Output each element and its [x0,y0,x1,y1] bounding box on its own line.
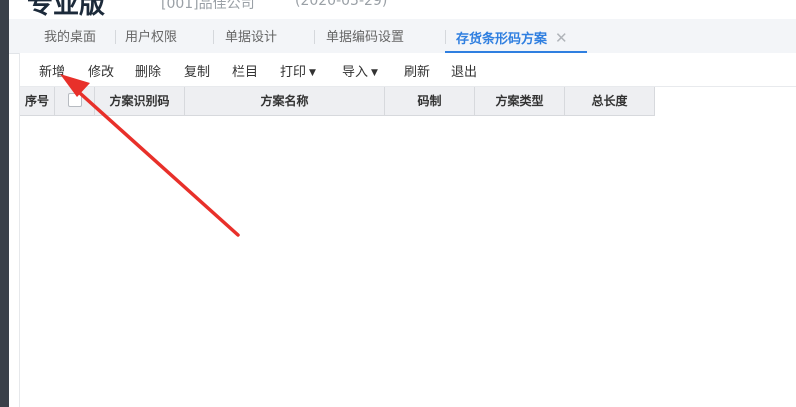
column-header-index[interactable]: 序号 [20,87,55,116]
chevron-down-icon: ▼ [309,68,316,78]
tab-separator [115,30,116,44]
copy-button[interactable]: 复制 [184,61,210,80]
app-header: 专业版 [001]品佳公司 (2020-05-29) [9,0,796,19]
delete-button[interactable]: 删除 [135,61,161,80]
tab-user-permissions[interactable]: 用户权限 [125,19,177,53]
print-label: 打印 [280,65,307,80]
column-header-total-length[interactable]: 总长度 [565,87,655,116]
column-header-scheme-name[interactable]: 方案名称 [185,87,385,116]
import-button[interactable]: 导入 ▼ [342,61,378,80]
app-logo: 专业版 [27,0,106,19]
tab-my-desktop[interactable]: 我的桌面 [44,19,96,53]
toolbar: 新增 修改 删除 复制 栏目 打印 ▼ 导入 ▼ 刷新 退出 [20,53,796,87]
login-date: (2020-05-29) [295,0,388,9]
column-header-scheme-code[interactable]: 方案识别码 [95,87,185,116]
column-header-select-all [55,87,95,116]
tab-separator [314,30,315,44]
company-name: [001]品佳公司 [161,0,255,12]
tab-separator [213,30,214,44]
refresh-button[interactable]: 刷新 [404,61,430,80]
add-button[interactable]: 新增 [39,61,65,80]
left-sidebar-strip [0,0,9,407]
print-button[interactable]: 打印 ▼ [280,61,316,80]
tab-document-code-settings[interactable]: 单据编码设置 [326,19,404,53]
tab-bar: 我的桌面 用户权限 单据设计 单据编码设置 存货条形码方案 ✕ [9,19,796,54]
edit-button[interactable]: 修改 [88,61,114,80]
import-label: 导入 [342,65,369,80]
column-header-scheme-type[interactable]: 方案类型 [475,87,565,116]
select-all-checkbox[interactable] [68,93,82,107]
chevron-down-icon: ▼ [371,68,378,78]
tab-separator [445,30,446,44]
content-panel: 新增 修改 删除 复制 栏目 打印 ▼ 导入 ▼ 刷新 退出 序号 方案识别码 方案… [19,53,796,407]
tab-document-design[interactable]: 单据设计 [225,19,277,53]
columns-button[interactable]: 栏目 [232,61,258,80]
tab-label: 存货条形码方案 [456,32,548,47]
column-header-code-type[interactable]: 码制 [385,87,475,116]
exit-button[interactable]: 退出 [451,61,477,80]
tab-inventory-barcode-scheme[interactable]: 存货条形码方案 ✕ [456,19,568,53]
